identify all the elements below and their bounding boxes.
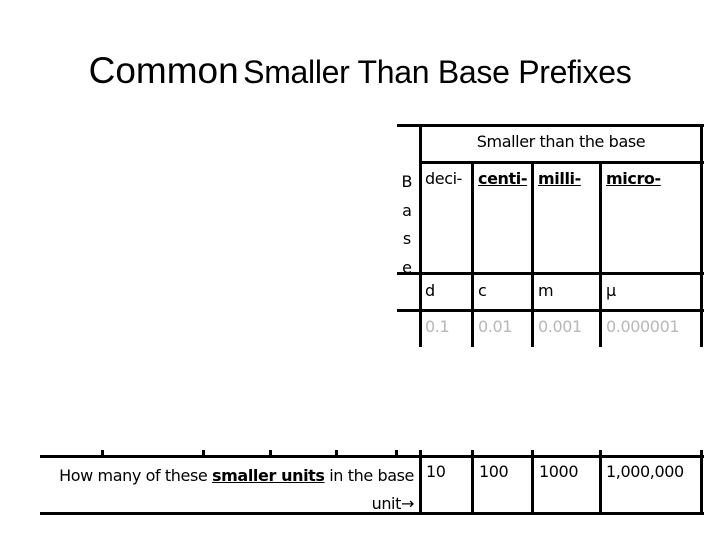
slide-title: Common Smaller Than Base Prefixes bbox=[0, 50, 720, 92]
table-border-top bbox=[397, 124, 704, 127]
count-row-label-emphasis: smaller units bbox=[212, 466, 325, 485]
prefix-name-centi: centi- bbox=[478, 169, 528, 188]
prefix-count: 10 bbox=[426, 462, 446, 481]
prefix-value: 0.1 bbox=[425, 317, 450, 336]
table-col-line bbox=[471, 161, 474, 347]
prefix-symbol: m bbox=[538, 281, 554, 300]
table-col-line bbox=[531, 161, 534, 347]
base-label-letter: a bbox=[402, 200, 412, 220]
count-row-label-before: How many of these bbox=[59, 466, 213, 485]
prefix-name-deci: deci- bbox=[425, 169, 463, 188]
prefix-symbol: d bbox=[425, 281, 435, 300]
count-row-border-right bbox=[700, 450, 703, 515]
table-col-line bbox=[419, 124, 422, 347]
base-label-letter: e bbox=[402, 257, 412, 277]
count-row-tick bbox=[101, 450, 104, 456]
count-row-label-line2: unit bbox=[371, 494, 402, 513]
count-row-col-line bbox=[599, 450, 602, 515]
prefix-symbol: µ bbox=[606, 281, 616, 300]
table-rule-values bbox=[397, 309, 704, 312]
count-row-label: How many of these smaller units in the b… bbox=[44, 462, 414, 518]
count-row-col-line bbox=[531, 450, 534, 515]
table-border-right bbox=[700, 124, 703, 347]
prefix-name-micro: micro- bbox=[606, 169, 661, 188]
table-rule-symbols bbox=[397, 272, 704, 275]
table-rule-header bbox=[420, 161, 704, 164]
count-row-tick bbox=[202, 450, 205, 456]
group-header: Smaller than the base bbox=[476, 132, 646, 151]
count-row-label-after: in the base bbox=[324, 466, 414, 485]
prefix-value: 0.01 bbox=[478, 317, 513, 336]
prefix-value: 0.000001 bbox=[606, 317, 680, 336]
right-arrow-icon: → bbox=[400, 494, 414, 513]
prefix-count: 1000 bbox=[539, 462, 579, 481]
base-label-letter: B bbox=[401, 172, 413, 191]
prefix-name-milli: milli- bbox=[538, 169, 581, 188]
count-row-col-line bbox=[471, 450, 474, 515]
count-row-col-line bbox=[419, 450, 422, 515]
prefix-count: 1,000,000 bbox=[606, 462, 684, 481]
slide-title-rest: Smaller Than Base Prefixes bbox=[243, 54, 632, 90]
count-row-tick bbox=[335, 450, 338, 456]
prefix-value: 0.001 bbox=[538, 317, 582, 336]
count-row-tick bbox=[395, 450, 398, 456]
table-col-line bbox=[599, 161, 602, 347]
base-label: B a s e bbox=[400, 168, 414, 282]
prefix-count: 100 bbox=[479, 462, 509, 481]
base-label-letter: s bbox=[402, 229, 412, 248]
slide-title-main: Common bbox=[88, 50, 239, 91]
count-row-border-top bbox=[40, 455, 704, 458]
count-row-tick bbox=[269, 450, 272, 456]
prefix-symbol: c bbox=[478, 281, 487, 300]
